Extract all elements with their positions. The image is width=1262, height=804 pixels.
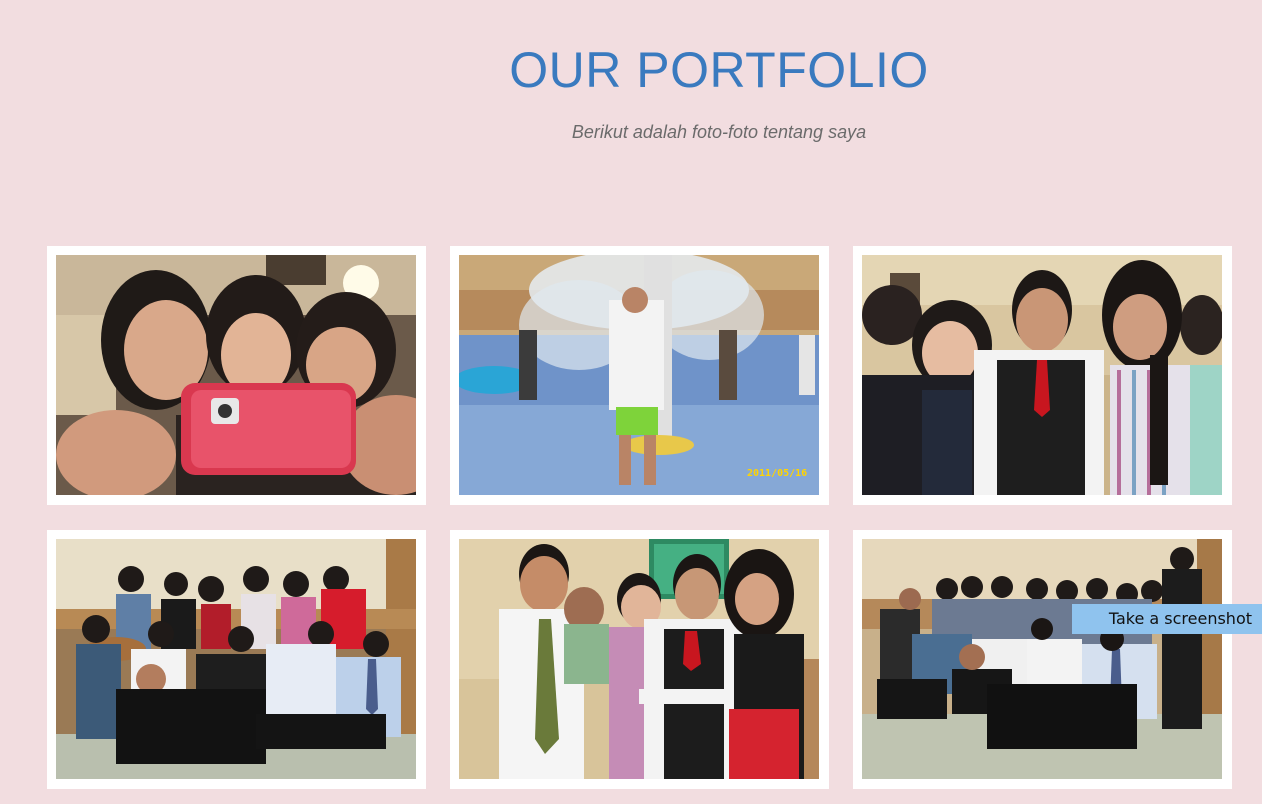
portfolio-photo[interactable] <box>459 539 819 779</box>
portfolio-photo[interactable] <box>56 539 416 779</box>
portfolio-item[interactable] <box>450 530 829 789</box>
portfolio-photo[interactable] <box>862 255 1222 495</box>
photo-date-stamp: 2011/05/16 <box>747 468 807 479</box>
portfolio-photo[interactable] <box>862 539 1222 779</box>
portfolio-photo[interactable] <box>56 255 416 495</box>
portfolio-item[interactable]: 2011/05/16 <box>450 246 829 505</box>
portfolio-page: OUR PORTFOLIO Berikut adalah foto-foto t… <box>0 0 1262 804</box>
portfolio-item[interactable] <box>853 530 1232 789</box>
portfolio-photo[interactable]: 2011/05/16 <box>459 255 819 495</box>
portfolio-item[interactable] <box>47 530 426 789</box>
page-title: OUR PORTFOLIO <box>509 42 929 98</box>
portfolio-item[interactable] <box>47 246 426 505</box>
take-screenshot-tooltip[interactable]: Take a screenshot <box>1072 604 1262 634</box>
portfolio-item[interactable] <box>853 246 1232 505</box>
page-subtitle: Berikut adalah foto-foto tentang saya <box>571 122 867 142</box>
